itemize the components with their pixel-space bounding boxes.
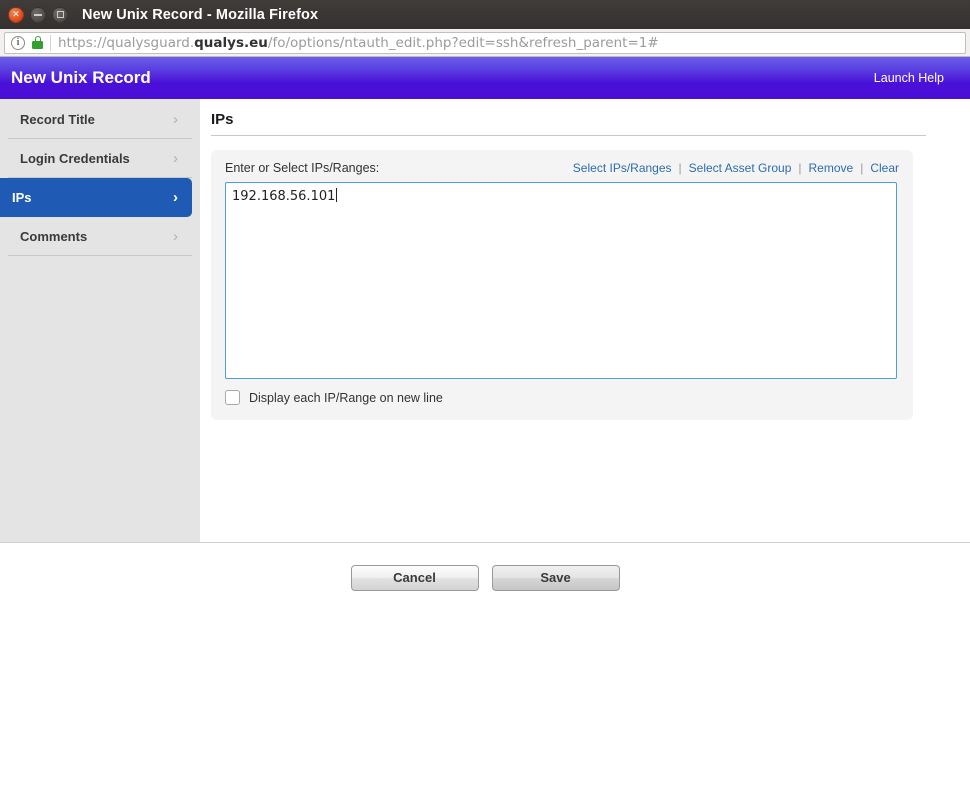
sidebar-item-login-credentials[interactable]: Login Credentials › (8, 139, 192, 178)
app-header: New Unix Record Launch Help (0, 57, 970, 99)
ip-form-panel: Enter or Select IPs/Ranges: Select IPs/R… (211, 150, 913, 420)
display-each-ip-checkbox[interactable] (225, 390, 240, 405)
sidebar: Record Title › Login Credentials › IPs ›… (0, 99, 200, 542)
sidebar-item-label: Comments (20, 228, 88, 244)
window-controls: ✕ (8, 6, 68, 23)
url-text: https://qualysguard.qualys.eu/fo/options… (58, 35, 659, 51)
chevron-right-icon: › (173, 188, 178, 206)
url-prefix: https://qualysguard. (58, 34, 195, 51)
maximize-icon[interactable] (52, 6, 68, 23)
select-asset-group-link[interactable]: Select Asset Group (689, 161, 792, 175)
select-ips-ranges-link[interactable]: Select IPs/Ranges (573, 161, 672, 175)
sidebar-item-record-title[interactable]: Record Title › (8, 100, 192, 139)
footer-actions: Cancel Save (0, 543, 970, 603)
cancel-button[interactable]: Cancel (350, 564, 479, 591)
url-suffix: /fo/options/ntauth_edit.php?edit=ssh&ref… (267, 34, 659, 51)
sidebar-item-label: Login Credentials (20, 150, 130, 166)
window-titlebar: ✕ New Unix Record - Mozilla Firefox (0, 0, 970, 29)
clear-link[interactable]: Clear (870, 161, 899, 175)
window-title: New Unix Record - Mozilla Firefox (82, 6, 319, 23)
browser-toolbar: i https://qualysguard.qualys.eu/fo/optio… (0, 29, 970, 57)
section-title: IPs (211, 111, 926, 136)
url-separator (50, 34, 51, 51)
address-bar[interactable]: i https://qualysguard.qualys.eu/fo/optio… (4, 31, 966, 54)
chevron-right-icon: › (173, 227, 178, 245)
main-content: IPs Enter or Select IPs/Ranges: Select I… (200, 99, 970, 542)
sidebar-item-comments[interactable]: Comments › (8, 217, 192, 256)
display-each-ip-label: Display each IP/Range on new line (249, 390, 443, 405)
page-title: New Unix Record (11, 68, 151, 87)
link-separator: | (860, 161, 864, 175)
remove-link[interactable]: Remove (809, 161, 854, 175)
sidebar-item-ips[interactable]: IPs › (0, 178, 192, 217)
link-separator: | (798, 161, 802, 175)
link-separator: | (678, 161, 682, 175)
minimize-icon[interactable] (30, 6, 46, 23)
lock-icon[interactable] (32, 36, 43, 49)
ip-textarea-value: 192.168.56.101 (232, 189, 336, 204)
chevron-right-icon: › (173, 149, 178, 167)
ip-field-label: Enter or Select IPs/Ranges: (225, 161, 380, 175)
save-button[interactable]: Save (491, 564, 620, 591)
launch-help-link[interactable]: Launch Help (874, 71, 944, 85)
text-caret (336, 188, 338, 202)
chevron-right-icon: › (173, 110, 178, 128)
ip-ranges-textarea[interactable]: 192.168.56.101 (225, 182, 897, 379)
sidebar-item-label: Record Title (20, 111, 95, 127)
panel-action-links: Select IPs/Ranges | Select Asset Group |… (573, 161, 899, 175)
close-icon[interactable]: ✕ (8, 6, 24, 23)
panel-top-row: Enter or Select IPs/Ranges: Select IPs/R… (225, 161, 899, 175)
body-split: Record Title › Login Credentials › IPs ›… (0, 99, 970, 542)
page-blank-area (0, 603, 970, 748)
url-domain: qualys.eu (194, 34, 268, 51)
sidebar-item-label: IPs (12, 189, 32, 205)
info-icon[interactable]: i (11, 35, 25, 50)
display-newline-row: Display each IP/Range on new line (225, 390, 899, 405)
